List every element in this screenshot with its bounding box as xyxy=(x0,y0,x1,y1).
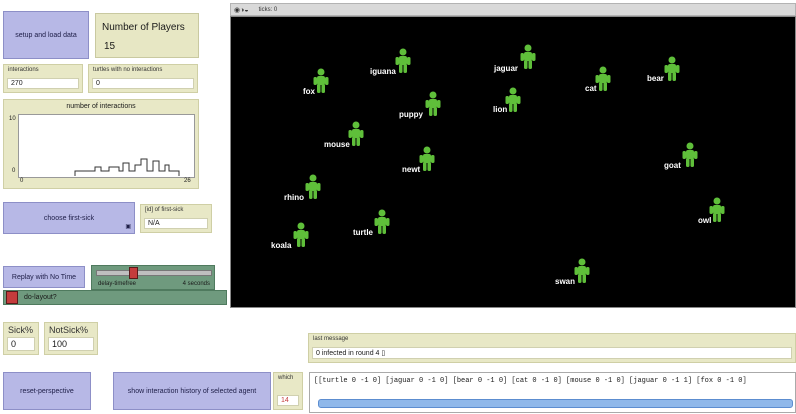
agent-cat-label: cat xyxy=(585,84,597,93)
interactions-plot: number of interactions 10 0 0 26 xyxy=(3,99,199,189)
histogram xyxy=(74,158,180,176)
agent-bear-icon[interactable] xyxy=(664,56,680,82)
switch-toggle-icon[interactable] xyxy=(6,291,18,304)
slider-label: delay-timefree xyxy=(98,281,137,287)
reset-perspective-label: reset-perspective xyxy=(20,387,74,395)
not-sick-pct-label: NotSick% xyxy=(49,325,89,335)
agent-fox-label: fox xyxy=(303,87,315,96)
agent-iguana-icon[interactable] xyxy=(395,48,411,74)
plot-x-min: 0 xyxy=(20,178,24,184)
do-layout-switch[interactable]: do-layout? xyxy=(3,290,227,305)
agent-bear-label: bear xyxy=(647,74,664,83)
reset-perspective-button[interactable]: reset-perspective xyxy=(3,372,91,410)
plot-area xyxy=(18,114,195,178)
sick-pct-label: Sick% xyxy=(8,325,34,335)
show-history-button[interactable]: show interaction history of selected age… xyxy=(113,372,271,410)
agent-owl-label: owl xyxy=(698,216,712,225)
delay-slider[interactable]: delay-timefree 4 seconds xyxy=(91,265,215,290)
last-message-label: last message xyxy=(313,336,349,342)
agent-jaguar-label: jaguar xyxy=(494,64,519,73)
first-sick-value: N/A xyxy=(144,218,208,229)
agent-puppy-label: puppy xyxy=(399,110,423,119)
agent-koala-icon[interactable] xyxy=(293,222,309,248)
sick-pct-monitor: Sick% 0 xyxy=(3,322,39,355)
agent-rhino-icon[interactable] xyxy=(305,174,321,200)
agent-turtle-icon[interactable] xyxy=(374,209,390,235)
which-input[interactable]: which 14 xyxy=(273,372,303,410)
slider-track xyxy=(96,270,212,276)
choose-first-sick-button[interactable]: choose first-sick ▣ xyxy=(3,202,135,234)
agent-mouse-label: mouse xyxy=(324,140,350,149)
number-of-players-label: Number of Players xyxy=(102,22,185,33)
replay-button[interactable]: Replay with No Time xyxy=(3,266,85,288)
agent-swan-icon[interactable] xyxy=(574,258,590,284)
agent-newt-label: newt xyxy=(402,165,421,174)
replay-label: Replay with No Time xyxy=(11,273,77,281)
first-sick-label: [id] of first-sick xyxy=(145,207,184,213)
no-interactions-value: 0 xyxy=(92,78,194,89)
agent-lion-label: lion xyxy=(493,105,508,114)
view-control-icons[interactable]: ◉◑◒ xyxy=(234,6,249,14)
agent-goat-label: goat xyxy=(664,161,681,170)
number-of-players-input[interactable]: Number of Players 15 xyxy=(95,13,199,58)
agent-turtle-label: turtle xyxy=(353,228,373,237)
agent-fox-icon[interactable] xyxy=(313,68,329,94)
agent-newt-icon[interactable] xyxy=(419,146,435,172)
number-of-players-value: 15 xyxy=(104,41,116,52)
agent-mouse-icon[interactable] xyxy=(348,121,364,147)
setup-button-label: setup and load data xyxy=(15,31,77,39)
plot-title: number of interactions xyxy=(66,103,136,110)
slider-thumb[interactable] xyxy=(129,267,138,279)
interactions-value: 270 xyxy=(7,78,79,89)
plot-y-min: 0 xyxy=(12,168,16,174)
no-interactions-label: turtles with no interactions xyxy=(93,67,163,73)
not-sick-pct-value: 100 xyxy=(48,337,94,351)
slider-value: 4 seconds xyxy=(182,281,210,287)
which-value: 14 xyxy=(277,395,299,406)
plot-y-max: 10 xyxy=(9,116,16,122)
agent-jaguar-icon[interactable] xyxy=(520,44,536,70)
agent-puppy-icon[interactable] xyxy=(425,91,441,117)
chooser-arrow-icon: ▣ xyxy=(125,224,131,230)
agent-owl-icon[interactable] xyxy=(709,197,725,223)
world-view[interactable]: iguana jaguar fox cat bear puppy lion mouse newt… xyxy=(230,16,796,308)
show-history-label: show interaction history of selected age… xyxy=(127,387,257,395)
output-scrollbar[interactable] xyxy=(318,399,793,408)
setup-button[interactable]: setup and load data xyxy=(3,11,89,59)
agent-rhino-label: rhino xyxy=(284,193,304,202)
plot-x-max: 26 xyxy=(184,178,191,184)
agent-swan-label: swan xyxy=(555,277,576,286)
sick-pct-value: 0 xyxy=(7,337,35,351)
agent-koala-label: koala xyxy=(271,241,292,250)
choose-first-sick-label: choose first-sick xyxy=(43,214,95,222)
agent-lion-icon[interactable] xyxy=(505,87,521,113)
agent-cat-icon[interactable] xyxy=(595,66,611,92)
interactions-label: interactions xyxy=(8,67,39,73)
output-area[interactable]: [[turtle 0 -1 0] [jaguar 0 -1 0] [bear 0… xyxy=(309,372,796,413)
last-message-monitor: last message 0 infected in round 4 ▯ xyxy=(308,333,796,363)
ticks-label: ticks: 0 xyxy=(258,6,278,13)
not-sick-pct-monitor: NotSick% 100 xyxy=(44,322,98,355)
agent-iguana-label: iguana xyxy=(370,67,396,76)
last-message-value: 0 infected in round 4 ▯ xyxy=(312,347,792,359)
agent-goat-icon[interactable] xyxy=(682,142,698,168)
which-label: which xyxy=(278,375,294,381)
output-text: [[turtle 0 -1 0] [jaguar 0 -1 0] [bear 0… xyxy=(314,377,747,385)
first-sick-monitor: [id] of first-sick N/A xyxy=(140,204,212,233)
do-layout-label: do-layout? xyxy=(24,294,57,301)
interactions-monitor: interactions 270 xyxy=(3,64,83,93)
no-interactions-monitor: turtles with no interactions 0 xyxy=(88,64,198,93)
world-title-bar: ◉◑◒ ticks: 0 xyxy=(230,3,796,16)
